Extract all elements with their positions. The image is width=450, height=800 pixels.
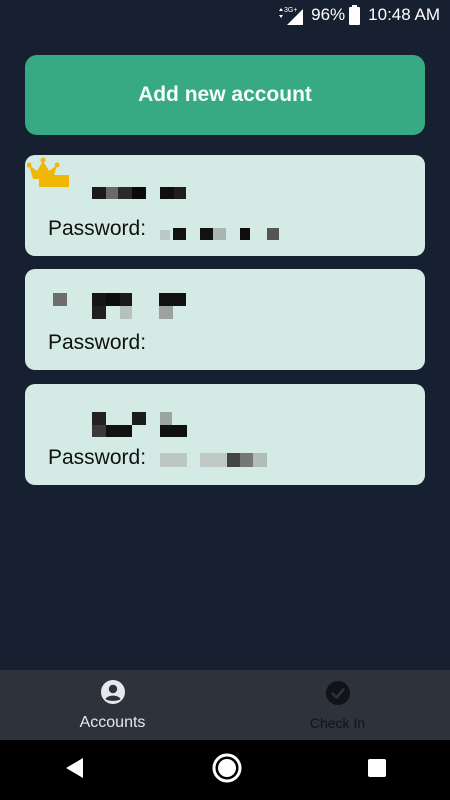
account-card[interactable]: Password: xyxy=(25,384,425,485)
account-card[interactable]: Password: xyxy=(25,155,425,256)
battery-icon xyxy=(349,5,361,25)
password-label: Password: xyxy=(48,217,147,240)
password-label: Password: xyxy=(48,446,147,469)
home-icon[interactable] xyxy=(212,753,242,788)
battery-percent: 96% xyxy=(311,5,346,24)
recents-icon[interactable] xyxy=(367,758,387,783)
tab-check-in[interactable]: Check In xyxy=(225,670,450,740)
account-card[interactable]: Password: xyxy=(25,269,425,370)
account-circle-icon xyxy=(100,679,126,710)
crown-icon xyxy=(26,157,69,194)
password-label: Password: xyxy=(48,331,147,354)
cellular-signal-icon: 3G+ xyxy=(277,5,304,25)
bottom-navigation: Accounts Check In xyxy=(0,670,450,740)
system-navigation-bar xyxy=(0,740,450,800)
tab-accounts-label: Accounts xyxy=(79,713,146,731)
add-new-account-button[interactable]: Add new account xyxy=(25,55,425,135)
clock-time: 10:48 AM xyxy=(368,5,440,24)
check-circle-icon xyxy=(325,680,351,711)
tab-check-in-label: Check In xyxy=(309,714,366,731)
status-bar: 3G+ 96% 10:48 AM xyxy=(0,0,450,30)
network-type: 3G+ xyxy=(284,7,297,14)
back-icon[interactable] xyxy=(63,756,87,785)
tab-accounts[interactable]: Accounts xyxy=(0,670,225,740)
